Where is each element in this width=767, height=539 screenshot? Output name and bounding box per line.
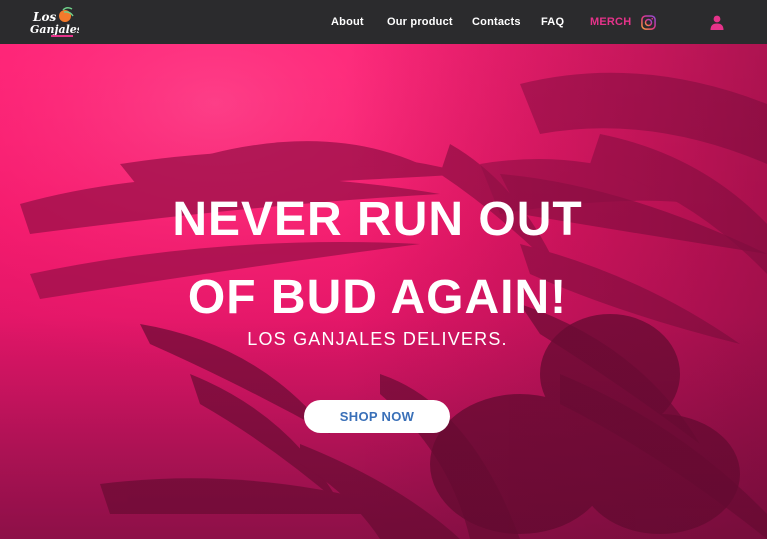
shop-now-button[interactable]: SHOP NOW [304, 400, 450, 433]
nav-link-merch[interactable]: MERCH [590, 16, 631, 28]
top-navbar: Los Ganjales About Our product Contacts … [0, 0, 767, 44]
hero-section: NEVER RUN OUT OF BUD AGAIN! LOS GANJALES… [0, 44, 767, 539]
user-icon[interactable] [710, 15, 724, 30]
hero-subheadline: LOS GANJALES DELIVERS. [247, 329, 508, 349]
nav-link-contacts[interactable]: Contacts [472, 16, 521, 28]
nav-link-our-product[interactable]: Our product [387, 16, 453, 28]
hero-headline-line-1: NEVER RUN OUT [172, 193, 583, 246]
hero-headline-line-2: OF BUD AGAIN! [187, 271, 568, 324]
page: Los Ganjales About Our product Contacts … [0, 0, 767, 539]
nav-link-about[interactable]: About [331, 16, 364, 28]
instagram-icon[interactable] [641, 15, 656, 30]
nav-link-faq[interactable]: FAQ [541, 16, 564, 28]
